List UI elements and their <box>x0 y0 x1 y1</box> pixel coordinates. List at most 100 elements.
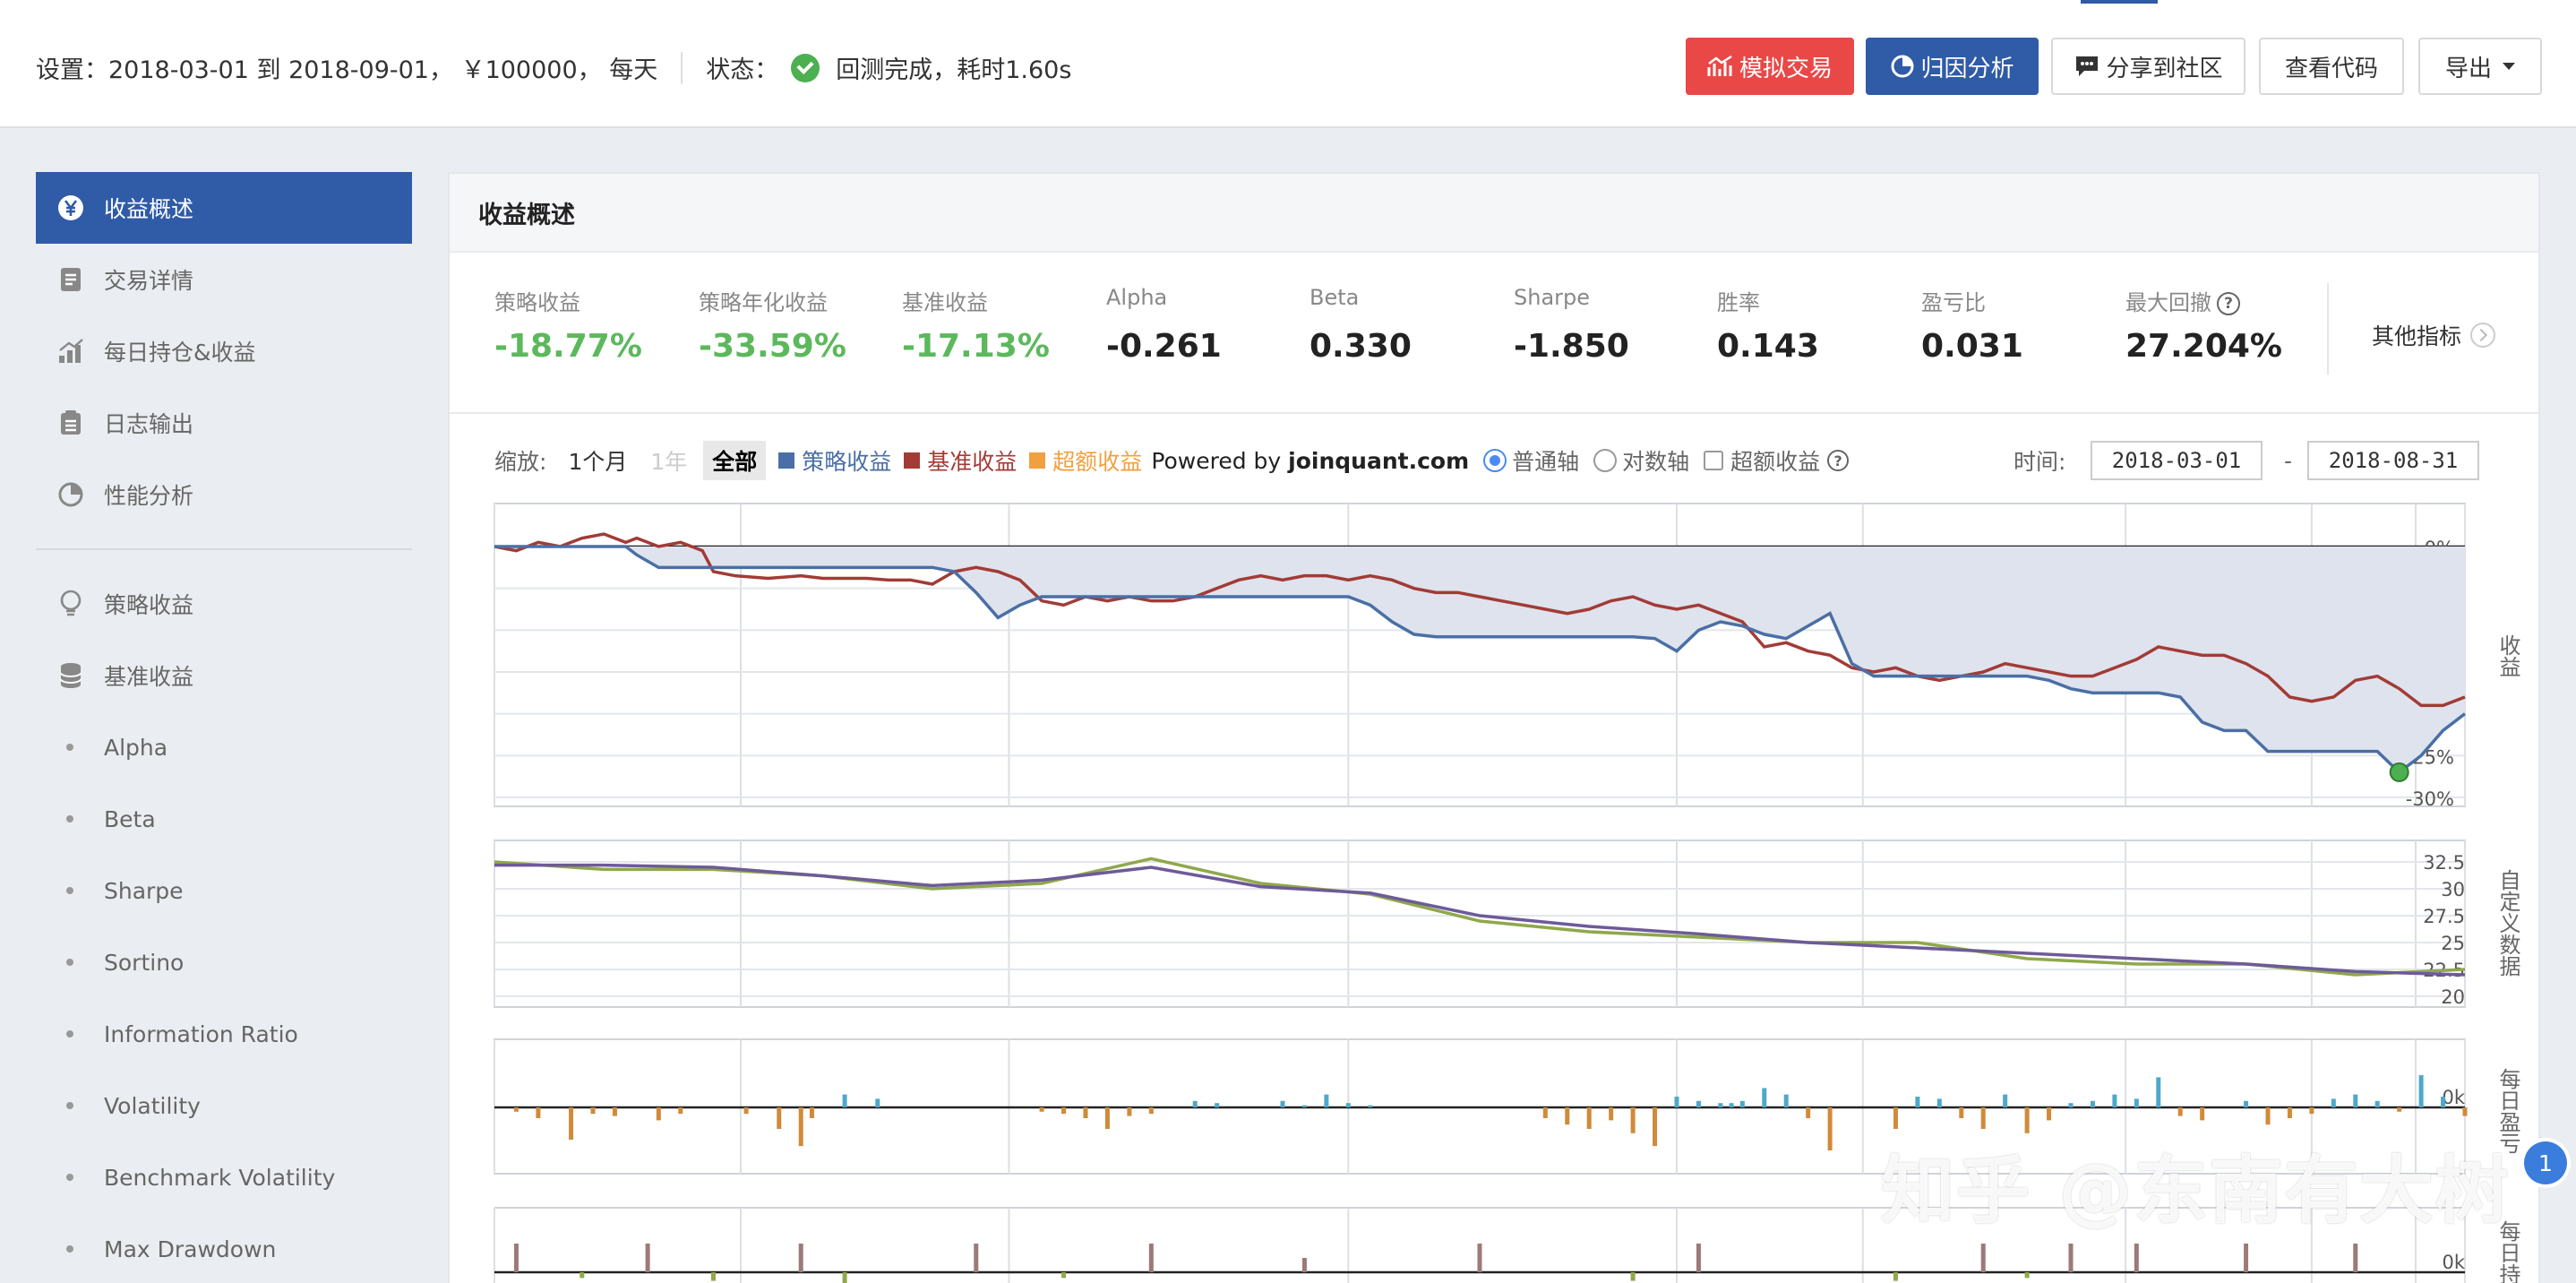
pnl-bar <box>1915 1097 1920 1107</box>
pnl-bar <box>1039 1107 1044 1112</box>
pnl-bar <box>1893 1107 1898 1129</box>
pnl-bar <box>1653 1107 1658 1147</box>
returns-axis-label: 收益 <box>2495 634 2520 677</box>
position-bar <box>798 1244 803 1272</box>
pnl-bar <box>1061 1107 1067 1115</box>
pnl-bar <box>1301 1105 1307 1107</box>
position-bar <box>1980 1244 1986 1272</box>
position-bar <box>1061 1272 1067 1279</box>
pnl-bar <box>1696 1100 1701 1107</box>
pnl-bar <box>1215 1103 1220 1107</box>
pnl-bar <box>2397 1107 2402 1112</box>
position-bar <box>2068 1244 2074 1272</box>
pnl-bar <box>1739 1100 1745 1107</box>
position-bar <box>710 1272 716 1281</box>
y-tick-label: 32.5 <box>2423 852 2465 874</box>
pnl-bar <box>1783 1094 1789 1107</box>
pnl-bar <box>612 1107 617 1116</box>
position-bar <box>580 1272 585 1279</box>
position-bar <box>974 1244 979 1272</box>
pnl-bar <box>2177 1107 2183 1116</box>
pnl-bar <box>1959 1107 1964 1118</box>
position-bar <box>2353 1244 2358 1272</box>
pnl-bar <box>2309 1107 2314 1115</box>
returns-chart: 0%-5%-10%-15%-20%-25%-30%收益32.53027.5252… <box>494 503 2520 1283</box>
pnl-bar <box>2047 1107 2052 1121</box>
position-bar <box>1893 1272 1898 1281</box>
pnl-bar <box>743 1107 749 1115</box>
pnl-bar <box>2331 1098 2336 1107</box>
pnl-bar <box>2265 1107 2271 1125</box>
position-bar <box>1696 1244 1701 1272</box>
pnl-bar <box>842 1094 847 1107</box>
position-bar <box>1630 1272 1636 1281</box>
pnl-bar <box>590 1107 596 1115</box>
pnl-bar <box>1630 1107 1636 1133</box>
pnl-bar <box>2441 1097 2446 1107</box>
position-bar <box>1477 1244 1482 1272</box>
pnl-bar <box>2024 1107 2030 1133</box>
pnl-bar <box>2112 1094 2117 1107</box>
pnl-bar <box>875 1098 880 1107</box>
pnl-bar <box>2156 1077 2161 1107</box>
pnl-bar <box>2287 1107 2292 1118</box>
pnl-bar <box>656 1107 661 1121</box>
pnl-bar <box>1827 1107 1833 1150</box>
notification-badge[interactable]: 1 <box>2524 1141 2567 1184</box>
pnl-bar <box>1324 1094 1329 1107</box>
pnl-bar <box>1542 1107 1548 1118</box>
pnl-bar <box>1729 1103 1734 1107</box>
pnl-bar <box>1586 1107 1592 1129</box>
position-bar <box>1301 1258 1307 1272</box>
pnl-bar <box>2134 1098 2139 1107</box>
pnl-bar <box>1280 1100 1285 1107</box>
custom-panel-frame <box>494 840 2466 1008</box>
pnl-bar <box>1806 1107 1811 1118</box>
pnl-bar <box>678 1107 683 1115</box>
pnl-bar <box>2068 1103 2074 1107</box>
pnl-bar <box>1936 1098 1942 1107</box>
pnl-bar <box>1718 1103 1723 1107</box>
watermark: 知乎 @东南有大树 <box>1881 1149 2511 1234</box>
y-tick-label: 0k <box>2442 1087 2465 1108</box>
position-bar <box>2134 1244 2139 1272</box>
pnl-bar <box>513 1107 519 1112</box>
pnl-bar <box>2418 1075 2424 1107</box>
pnl-bar <box>1609 1107 1614 1121</box>
pnl-bar <box>1762 1088 1767 1107</box>
position-bar <box>2244 1244 2249 1272</box>
pnl-bar <box>1104 1107 1110 1129</box>
position-bar <box>513 1244 519 1272</box>
y-tick-label: 27.5 <box>2423 906 2465 927</box>
y-tick-label: 25 <box>2441 933 2465 954</box>
pnl-bar <box>569 1107 574 1140</box>
pnl-bar <box>2462 1107 2468 1116</box>
pnl-bar <box>2090 1100 2095 1107</box>
position-bar <box>842 1272 847 1283</box>
position-bar <box>645 1244 650 1272</box>
pnl-bar <box>1148 1107 1154 1115</box>
pnl-bar <box>1083 1107 1088 1118</box>
pnl-bar <box>1345 1103 1351 1107</box>
y-tick-label: 20 <box>2441 986 2465 1008</box>
pnl-bar <box>2374 1100 2380 1107</box>
pnl-bar <box>2003 1094 2008 1107</box>
y-tick-label: 30 <box>2441 879 2465 900</box>
pnl-bar <box>1980 1107 1986 1129</box>
pnl-bar <box>2353 1094 2358 1107</box>
pnl-bar <box>1674 1097 1679 1107</box>
pnl-bar <box>2244 1100 2249 1107</box>
pnl-bar <box>1127 1107 1132 1116</box>
custom-axis-label: 自定义数据 <box>2495 869 2520 977</box>
y-tick-label: 0k <box>2442 1252 2465 1273</box>
pnl-bar <box>1368 1105 1373 1107</box>
drawdown-area <box>494 547 2465 772</box>
pnl-bar <box>1192 1100 1198 1107</box>
pnl-bar <box>1565 1107 1570 1125</box>
position-bar <box>1148 1244 1154 1272</box>
pnl-bar <box>809 1107 814 1118</box>
position-bar <box>2024 1272 2030 1279</box>
pnl-bar <box>798 1107 803 1147</box>
pnl-bar <box>536 1107 541 1118</box>
pnl-bar <box>777 1107 782 1129</box>
